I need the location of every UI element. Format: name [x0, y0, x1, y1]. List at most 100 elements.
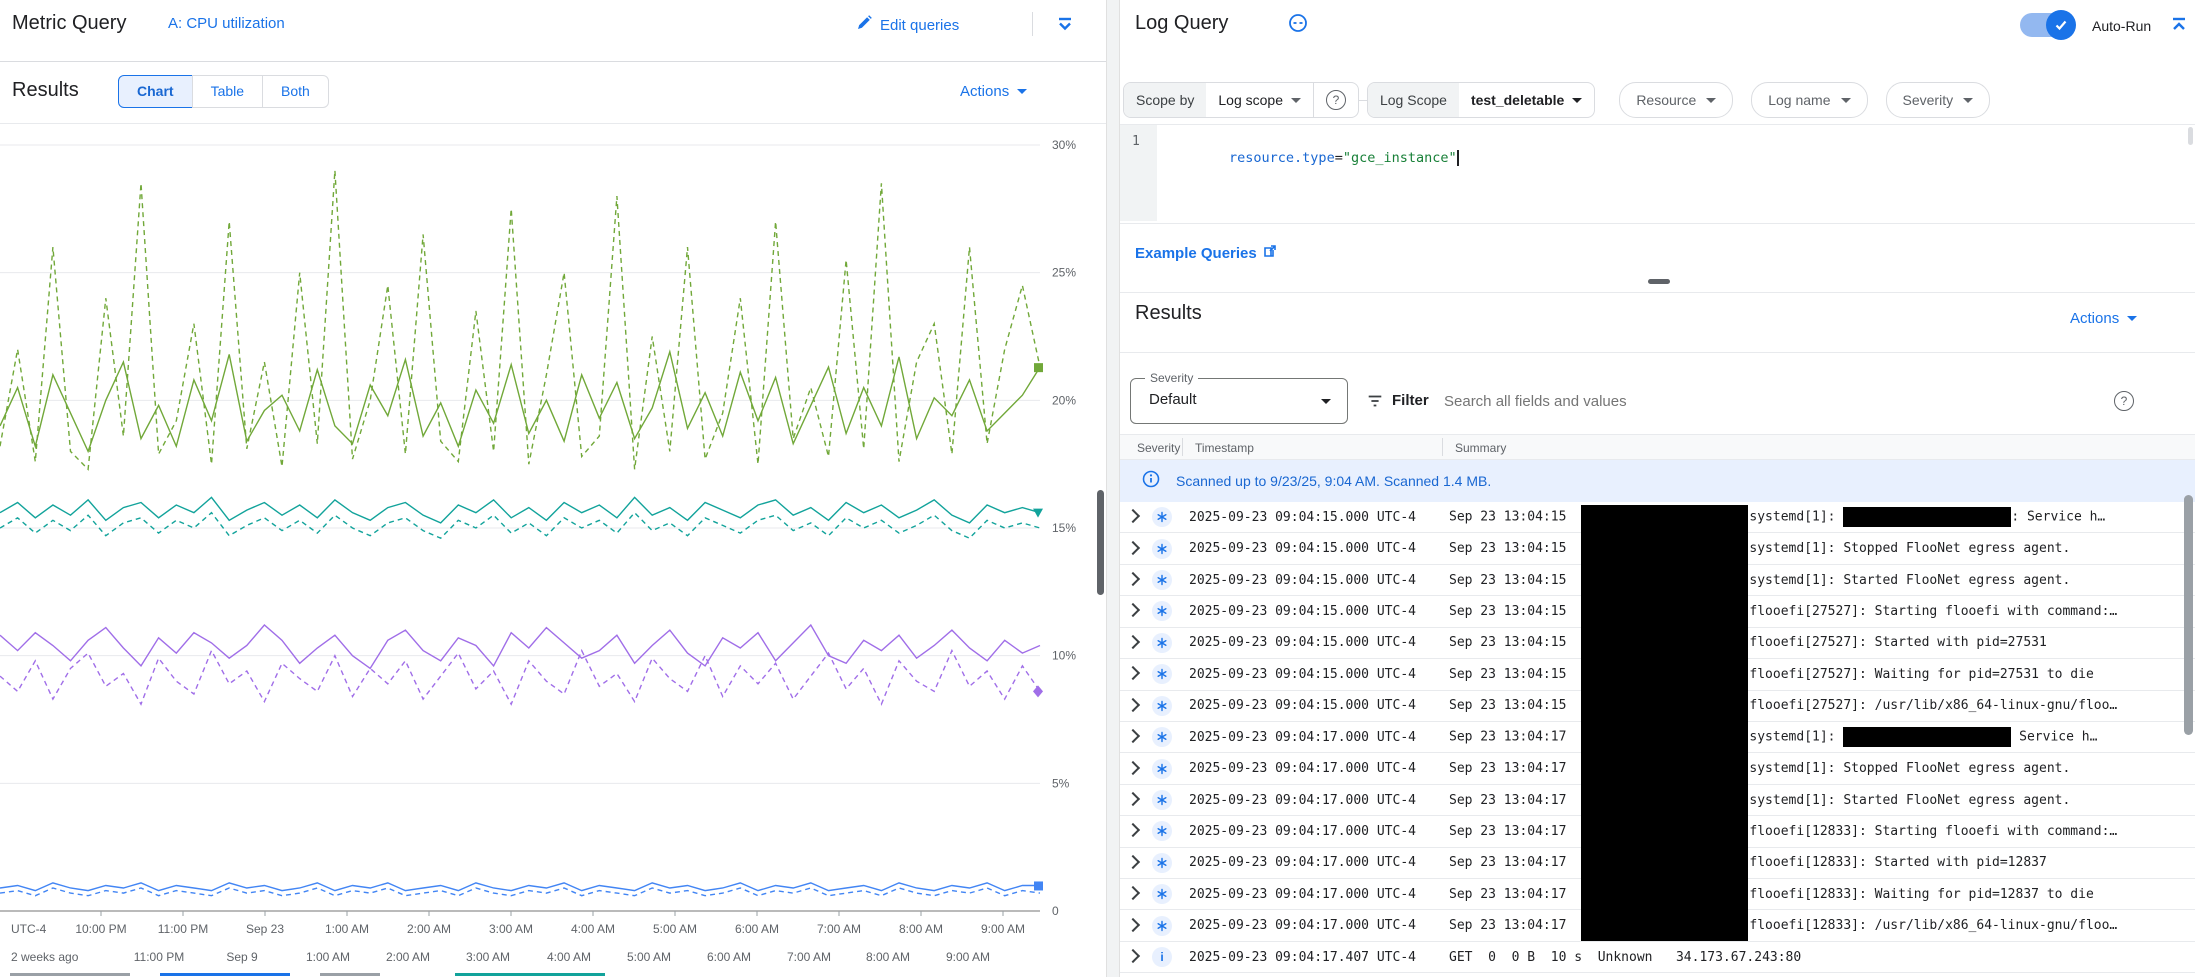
expand-row-chevron-icon[interactable]: [1120, 697, 1152, 715]
expand-row-chevron-icon[interactable]: [1120, 634, 1152, 652]
caret-down-icon: [1572, 98, 1582, 103]
tab-table[interactable]: Table: [192, 75, 263, 108]
collapse-panel-up-icon[interactable]: [2168, 13, 2190, 40]
column-divider: [1182, 438, 1183, 456]
query-a-link[interactable]: A: CPU utilization: [168, 15, 285, 32]
divider: [1120, 292, 2195, 293]
log-scope-value-dropdown[interactable]: test_deletable: [1459, 83, 1594, 117]
log-summary: Sep 23 13:04:17systemd[1]: Stopped FlooN…: [1449, 761, 2195, 776]
caret-down-icon: [1841, 98, 1851, 103]
expand-row-chevron-icon[interactable]: [1120, 948, 1152, 966]
expand-row-chevron-icon[interactable]: [1120, 917, 1152, 935]
collapse-panel-down-icon[interactable]: [1054, 13, 1076, 40]
query-code-line[interactable]: resource.type="gce_instance": [1164, 134, 1459, 182]
code-operator: =: [1335, 150, 1343, 166]
expand-row-chevron-icon[interactable]: [1120, 602, 1152, 620]
results-help-icon[interactable]: ?: [2114, 391, 2134, 411]
default-severity-icon: [1152, 821, 1172, 841]
svg-text:15%: 15%: [1052, 521, 1076, 535]
chart-table-both-tabs: ChartTableBoth: [118, 75, 329, 108]
tab-both[interactable]: Both: [262, 75, 329, 108]
log-timestamp: 2025-09-23 09:04:15.000 UTC-4: [1189, 667, 1449, 682]
axis-label: 10:00 PM: [61, 922, 141, 936]
editor-scrollbar-thumb[interactable]: [2188, 127, 2193, 145]
panel-resize-handle[interactable]: [1648, 279, 1670, 284]
link-icon[interactable]: [1288, 13, 1308, 38]
log-summary: Sep 23 13:04:17flooefi[12833]: Started w…: [1449, 855, 2195, 870]
panel-gap: [1106, 0, 1120, 977]
scope-help-icon[interactable]: ?: [1314, 83, 1358, 117]
svg-text:0: 0: [1052, 904, 1059, 916]
log-timestamp: 2025-09-23 09:04:15.000 UTC-4: [1189, 635, 1449, 650]
log-query-panel: Log Query Auto-Run Scope by Log scope ? …: [1120, 0, 2195, 977]
log-timestamp: 2025-09-23 09:04:17.000 UTC-4: [1189, 824, 1449, 839]
log-timestamp: 2025-09-23 09:04:17.000 UTC-4: [1189, 887, 1449, 902]
line-number: 1: [1132, 134, 1140, 149]
log-timestamp: 2025-09-23 09:04:17.000 UTC-4: [1189, 730, 1449, 745]
default-severity-icon: [1152, 727, 1172, 747]
scan-info-banner: Scanned up to 9/23/25, 9:04 AM. Scanned …: [1120, 460, 2195, 502]
cpu-utilization-chart: 05%10%15%20%25%30%: [0, 126, 1106, 916]
axis-label: 8:00 AM: [881, 922, 961, 936]
severity-select[interactable]: Severity Default: [1130, 378, 1348, 424]
resource-filter-pill[interactable]: Resource: [1619, 82, 1733, 118]
log-timestamp: 2025-09-23 09:04:17.000 UTC-4: [1189, 855, 1449, 870]
axis-label: 2:00 AM: [368, 950, 448, 964]
log-timestamp: 2025-09-23 09:04:15.000 UTC-4: [1189, 541, 1449, 556]
redaction-box: [1581, 505, 1748, 941]
connector: [1359, 100, 1367, 101]
default-severity-icon: [1152, 539, 1172, 559]
tab-chart[interactable]: Chart: [118, 75, 193, 108]
actions-menu-right[interactable]: Actions: [2070, 310, 2137, 327]
expand-row-chevron-icon[interactable]: [1120, 791, 1152, 809]
severity-filter-pill[interactable]: Severity: [1886, 82, 1991, 118]
example-queries-link[interactable]: Example Queries: [1135, 244, 1277, 262]
caret-down-icon: [1963, 98, 1973, 103]
expand-row-chevron-icon[interactable]: [1120, 885, 1152, 903]
legend-fragment: [160, 973, 290, 976]
query-editor[interactable]: 1 resource.type="gce_instance": [1120, 124, 2195, 224]
log-summary: Sep 23 13:04:17flooefi[12833]: Starting …: [1449, 824, 2195, 839]
expand-row-chevron-icon[interactable]: [1120, 822, 1152, 840]
svg-text:30%: 30%: [1052, 138, 1076, 152]
severity-select-value: Default: [1149, 391, 1197, 408]
axis-label: Sep 9: [202, 950, 282, 964]
axis-label: 2 weeks ago: [11, 950, 78, 964]
log-scope-label: Log Scope: [1368, 83, 1459, 117]
log-row-partial[interactable]: [1120, 973, 2195, 977]
axis-label: 7:00 AM: [799, 922, 879, 936]
expand-row-chevron-icon[interactable]: [1120, 508, 1152, 526]
axis-label: Sep 23: [225, 922, 305, 936]
edit-queries-button[interactable]: Edit queries: [856, 15, 959, 36]
expand-row-chevron-icon[interactable]: [1120, 665, 1152, 683]
log-summary: Sep 23 13:04:17flooefi[12833]: Waiting f…: [1449, 887, 2195, 902]
log-table-header: Severity Timestamp Summary: [1120, 434, 2195, 460]
severity-select-label: Severity: [1145, 371, 1198, 385]
divider: [0, 123, 1106, 124]
log-query-title: Log Query: [1135, 12, 1228, 35]
scope-by-label: Scope by: [1124, 83, 1206, 117]
expand-row-chevron-icon[interactable]: [1120, 540, 1152, 558]
redaction-box-inline: [1843, 507, 2011, 527]
code-string: "gce_instance": [1343, 150, 1457, 166]
log-name-filter-pill[interactable]: Log name: [1751, 82, 1867, 118]
expand-row-chevron-icon[interactable]: [1120, 760, 1152, 778]
caret-down-icon: [1291, 98, 1301, 103]
log-summary: Sep 23 13:04:17systemd[1]: Service h…: [1449, 727, 2195, 747]
expand-row-chevron-icon[interactable]: [1120, 571, 1152, 589]
filter-search-input[interactable]: [1442, 388, 2006, 414]
filter-label: Filter: [1392, 392, 1429, 409]
log-summary: Sep 23 13:04:15systemd[1]: : Service h…: [1449, 507, 2195, 527]
log-summary: Sep 23 13:04:15flooefi[27527]: /usr/lib/…: [1449, 698, 2195, 713]
axis-label: 6:00 AM: [689, 950, 769, 964]
results-scrollbar-thumb[interactable]: [2184, 495, 2193, 735]
axis-label: UTC-4: [11, 922, 46, 936]
expand-row-chevron-icon[interactable]: [1120, 728, 1152, 746]
actions-menu-left[interactable]: Actions: [960, 83, 1027, 100]
left-panel-scrollbar-thumb[interactable]: [1097, 490, 1104, 595]
log-scope-dropdown[interactable]: Log scope: [1206, 83, 1313, 117]
auto-run-toggle[interactable]: [2020, 13, 2072, 37]
expand-row-chevron-icon[interactable]: [1120, 854, 1152, 872]
auto-run-label: Auto-Run: [2092, 18, 2151, 34]
log-row[interactable]: i2025-09-23 09:04:17.407 UTC-4GET 0 0 B …: [1120, 942, 2195, 973]
